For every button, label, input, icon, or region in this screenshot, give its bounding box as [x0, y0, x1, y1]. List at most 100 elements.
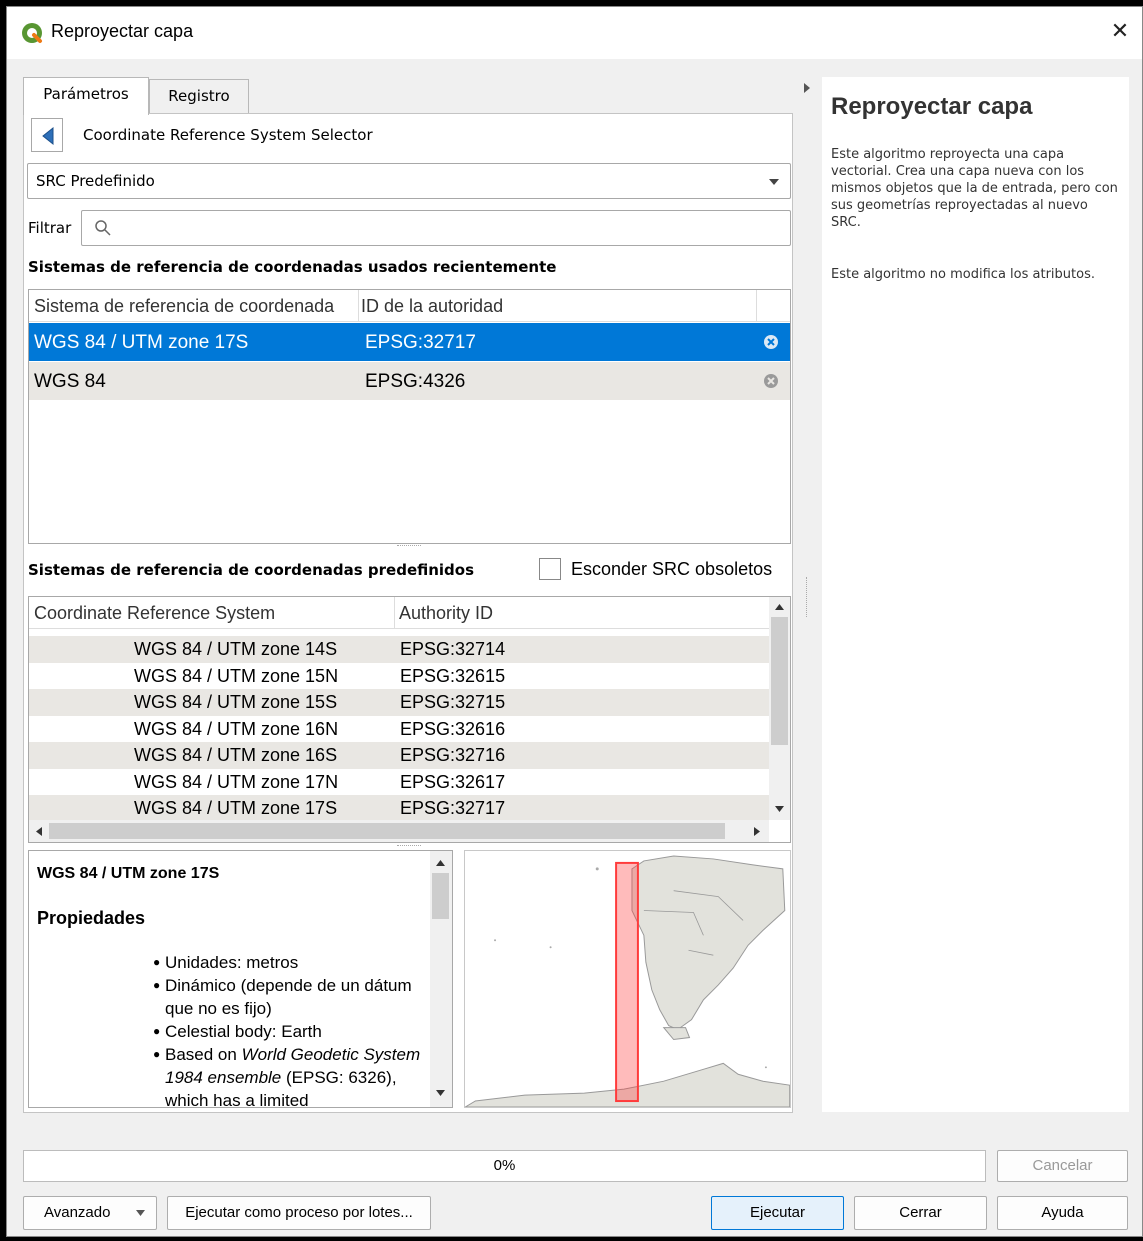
recent-section-title: Sistemas de referencia de coordenadas us…: [28, 258, 557, 276]
table-row[interactable]: WGS 84 / UTM zone 17S EPSG:32717: [29, 795, 769, 822]
recent-col-crs[interactable]: Sistema de referencia de coordenada: [34, 296, 334, 317]
predefined-row-name: WGS 84 / UTM zone 16N: [134, 718, 339, 739]
window-title: Reproyectar capa: [51, 21, 194, 41]
chevron-down-icon: [769, 179, 779, 185]
recent-row-id: EPSG:32717: [365, 332, 476, 353]
details-scrollbar[interactable]: [430, 851, 452, 1107]
predefined-table-header: Coordinate Reference System Authority ID: [29, 597, 769, 629]
predefined-row-id: EPSG:32714: [400, 639, 506, 659]
predefined-col-authority[interactable]: Authority ID: [399, 603, 493, 624]
dialog-window: Reproyectar capa ✕ Parámetros Registro C…: [6, 6, 1143, 1237]
help-button[interactable]: Ayuda: [997, 1196, 1128, 1230]
details-properties-heading: Propiedades: [37, 908, 146, 928]
run-button[interactable]: Ejecutar: [711, 1196, 844, 1230]
predefined-crs-table: Coordinate Reference System Authority ID…: [28, 596, 791, 843]
cancel-button[interactable]: Cancelar: [997, 1150, 1128, 1182]
predefined-row-id: EPSG:32615: [400, 665, 506, 686]
predefined-row-name: WGS 84 / UTM zone 15N: [134, 665, 339, 686]
predefined-row-name: WGS 84 / UTM zone 17N: [134, 771, 339, 792]
advanced-label: Avanzado: [44, 1204, 111, 1221]
crs-mode-select[interactable]: SRC Predefinido: [27, 163, 791, 199]
horizontal-scrollbar[interactable]: [29, 820, 769, 842]
predefined-row-id: EPSG:32617: [400, 771, 506, 792]
progress-label: 0%: [493, 1157, 516, 1174]
crs-mode-value: SRC Predefinido: [36, 172, 155, 190]
predefined-row-name: WGS 84 / UTM zone 16S: [134, 745, 338, 765]
tab-parametros[interactable]: Parámetros: [23, 77, 149, 115]
table-row[interactable]: WGS 84 / UTM zone 17N EPSG:32617: [29, 768, 769, 795]
crs-extent-rectangle: [615, 861, 639, 1103]
bullet-text: Dinámico (depende de un dátum que no es …: [165, 976, 412, 1018]
help-note: Este algoritmo no modifica los atributos…: [831, 267, 1095, 282]
list-item: ● Celestial body: Earth: [153, 1022, 322, 1041]
bullet-text: Based on World Geodetic System 1984 ense…: [165, 1045, 421, 1108]
search-icon: [95, 220, 111, 236]
remove-icon[interactable]: [763, 334, 779, 350]
help-panel: Reproyectar capa Este algoritmo reproyec…: [822, 77, 1129, 1112]
hide-deprecated-label: Esconder SRC obsoletos: [571, 559, 773, 579]
tierra-del-fuego-shape: [662, 1027, 691, 1041]
recent-col-authority[interactable]: ID de la autoridad: [361, 296, 503, 317]
back-button[interactable]: [31, 118, 63, 152]
details-list: ● Unidades: metros ● Dinámico (depende de …: [153, 951, 423, 1108]
recent-row-name: WGS 84 / UTM zone 17S: [34, 332, 249, 353]
predefined-row-id: EPSG:32715: [400, 692, 506, 712]
table-row[interactable]: WGS 84 / UTM zone 15N EPSG:32615: [29, 662, 769, 689]
scroll-down-icon[interactable]: [435, 1089, 446, 1097]
batch-process-button[interactable]: Ejecutar como proceso por lotes...: [167, 1196, 431, 1230]
remove-icon[interactable]: [763, 373, 779, 389]
recent-row-id: EPSG:4326: [365, 371, 466, 392]
help-description: Este algoritmo reproyecta una capa vecto…: [831, 147, 1118, 230]
title-bar: Reproyectar capa ✕: [7, 7, 1142, 59]
table-row[interactable]: WGS 84 / UTM zone 16S EPSG:32716: [29, 742, 769, 769]
details-crs-name: WGS 84 / UTM zone 17S: [37, 865, 220, 882]
recent-row-name: WGS 84: [34, 371, 106, 392]
predefined-row-id: EPSG:32717: [400, 798, 506, 818]
scroll-up-icon[interactable]: [435, 859, 446, 867]
scroll-thumb[interactable]: [432, 873, 449, 919]
table-row[interactable]: WGS 84 / UTM zone 16N EPSG:32616: [29, 715, 769, 742]
panel-splitter[interactable]: [806, 577, 808, 617]
list-item: ● Dinámico (depende de un dátum que no es…: [153, 974, 423, 1020]
h-scroll-thumb[interactable]: [49, 823, 725, 839]
vertical-scrollbar[interactable]: [769, 597, 790, 820]
list-item: ● Based on World Geodetic System 1984 ens…: [153, 1043, 423, 1108]
recent-table-header: Sistema de referencia de coordenada ID d…: [29, 290, 790, 322]
collapse-arrow-icon[interactable]: [802, 81, 812, 95]
chevron-down-icon: [136, 1210, 145, 1216]
scroll-up-icon[interactable]: [774, 603, 785, 611]
predefined-col-crs[interactable]: Coordinate Reference System: [34, 603, 275, 624]
back-arrow-icon: [42, 126, 54, 146]
close-button[interactable]: Cerrar: [854, 1196, 987, 1230]
crs-details-panel: WGS 84 / UTM zone 17S Propiedades ● Unida…: [28, 850, 453, 1108]
predefined-row-id: EPSG:32616: [400, 718, 506, 739]
table-row[interactable]: WGS 84 / UTM zone 17S EPSG:32717: [29, 323, 790, 361]
table-row[interactable]: WGS 84 / UTM zone 15S EPSG:32715: [29, 689, 769, 716]
list-item: ● Unidades: metros: [153, 953, 299, 972]
hide-deprecated-checkbox[interactable]: [539, 558, 561, 580]
predefined-section-title: Sistemas de referencia de coordenadas pr…: [28, 561, 475, 579]
filter-input[interactable]: [81, 210, 791, 246]
predefined-row-id: EPSG:32716: [400, 745, 506, 765]
splitter-handle[interactable]: [397, 545, 421, 547]
table-row[interactable]: WGS 84 / UTM zone 14S EPSG:32714: [29, 636, 769, 663]
scroll-down-icon[interactable]: [774, 805, 785, 813]
crs-selector-title: Coordinate Reference System Selector: [83, 126, 373, 144]
scroll-left-icon[interactable]: [35, 826, 43, 837]
tab-registro[interactable]: Registro: [149, 79, 249, 113]
progress-bar: 0%: [23, 1150, 986, 1182]
table-row[interactable]: WGS 84 EPSG:4326: [29, 362, 790, 400]
splitter-handle[interactable]: [397, 845, 421, 847]
advanced-button[interactable]: Avanzado: [23, 1196, 157, 1230]
close-icon[interactable]: ✕: [1105, 17, 1135, 47]
predefined-row-name: WGS 84 / UTM zone 17S: [134, 798, 338, 818]
predefined-row-name: WGS 84 / UTM zone 14S: [134, 639, 338, 659]
help-title: Reproyectar capa: [831, 93, 1033, 120]
predefined-row-name: WGS 84 / UTM zone 15S: [134, 692, 338, 712]
recent-crs-table: Sistema de referencia de coordenada ID d…: [28, 289, 791, 544]
bullet-text: Unidades: metros: [165, 953, 299, 972]
qgis-logo-icon: [22, 23, 42, 43]
scroll-thumb[interactable]: [771, 617, 788, 745]
scroll-right-icon[interactable]: [753, 826, 761, 837]
bullet-text: Celestial body: Earth: [165, 1022, 322, 1041]
